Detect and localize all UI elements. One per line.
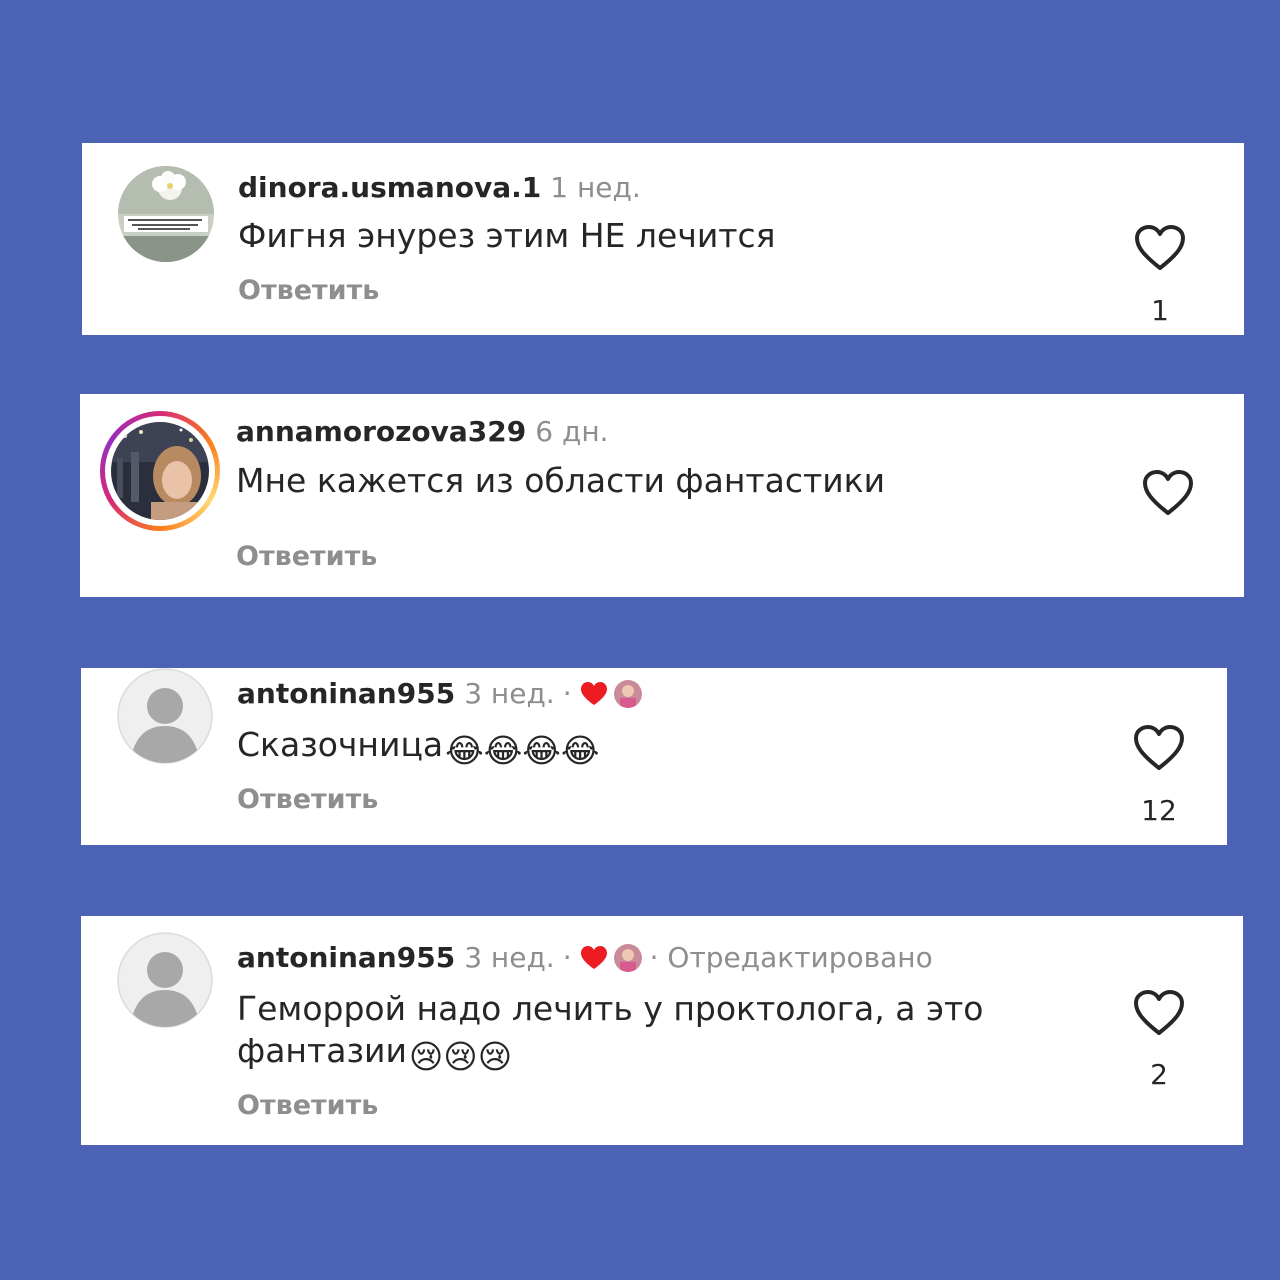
comment-text-body: Сказочница — [237, 725, 444, 764]
heart-icon[interactable] — [1142, 469, 1194, 517]
author-liked-heart-icon — [580, 682, 607, 705]
like-count: 1 — [1151, 294, 1169, 327]
heart-icon[interactable] — [1133, 724, 1185, 772]
laughing-crying-emoji: 😂😂😂😂 — [445, 731, 600, 770]
reply-button[interactable]: Ответить — [237, 784, 378, 816]
comment-meta: dinora.usmanova.1 1 нед. — [238, 171, 641, 205]
timestamp: 3 нед. — [464, 677, 555, 710]
timestamp: 6 дн. — [535, 415, 609, 448]
story-ring[interactable] — [100, 411, 220, 531]
comment-meta: antoninan955 3 нед. · · Отредактировано — [237, 941, 933, 975]
default-avatar-icon[interactable] — [117, 668, 213, 764]
crying-emoji: 😢😢😢 — [408, 1037, 513, 1076]
comment-text-line-2: фантазии😢😢😢 — [237, 1030, 512, 1078]
comment-card-2: annamorozova329 6 дн. Мне кажется из обл… — [80, 394, 1244, 597]
heart-icon[interactable] — [1133, 989, 1185, 1037]
author-liked-heart-icon — [580, 946, 607, 969]
separator-dot: · — [562, 677, 572, 710]
comment-card-3: antoninan955 3 нед. · Сказочница😂😂😂😂 Отв… — [81, 668, 1227, 845]
edited-label: · Отредактировано — [649, 941, 933, 974]
avatar[interactable] — [111, 422, 209, 520]
comment-meta: antoninan955 3 нед. · — [237, 677, 642, 711]
comment-card-1: dinora.usmanova.1 1 нед. Фигня энурез эт… — [82, 143, 1244, 335]
comment-card-4: antoninan955 3 нед. · · Отредактировано … — [81, 916, 1243, 1145]
timestamp: 1 нед. — [550, 171, 641, 204]
like-count: 2 — [1150, 1058, 1168, 1091]
avatar[interactable] — [118, 166, 214, 262]
reply-button[interactable]: Ответить — [238, 275, 379, 307]
default-avatar-icon[interactable] — [117, 932, 213, 1028]
heart-icon[interactable] — [1134, 224, 1186, 272]
timestamp: 3 нед. — [464, 941, 555, 974]
author-avatar-icon — [613, 944, 642, 972]
comment-text-body: фантазии — [237, 1031, 407, 1070]
like-count: 12 — [1141, 794, 1177, 827]
comment-text-line-1: Геморрой надо лечить у проктолога, а это — [237, 989, 984, 1028]
separator-dot: · — [562, 941, 572, 974]
author-avatar-icon — [613, 680, 642, 708]
comment-text: Сказочница😂😂😂😂 — [237, 724, 599, 772]
reply-button[interactable]: Ответить — [237, 1090, 378, 1122]
comment-text: Фигня энурез этим НЕ лечится — [238, 216, 776, 255]
comment-meta: annamorozova329 6 дн. — [236, 415, 609, 449]
comment-text: Мне кажется из области фантастики — [236, 461, 886, 500]
username[interactable]: antoninan955 — [237, 941, 455, 975]
reply-button[interactable]: Ответить — [236, 541, 377, 573]
username[interactable]: annamorozova329 — [236, 415, 526, 449]
username[interactable]: dinora.usmanova.1 — [238, 171, 541, 205]
username[interactable]: antoninan955 — [237, 677, 455, 711]
